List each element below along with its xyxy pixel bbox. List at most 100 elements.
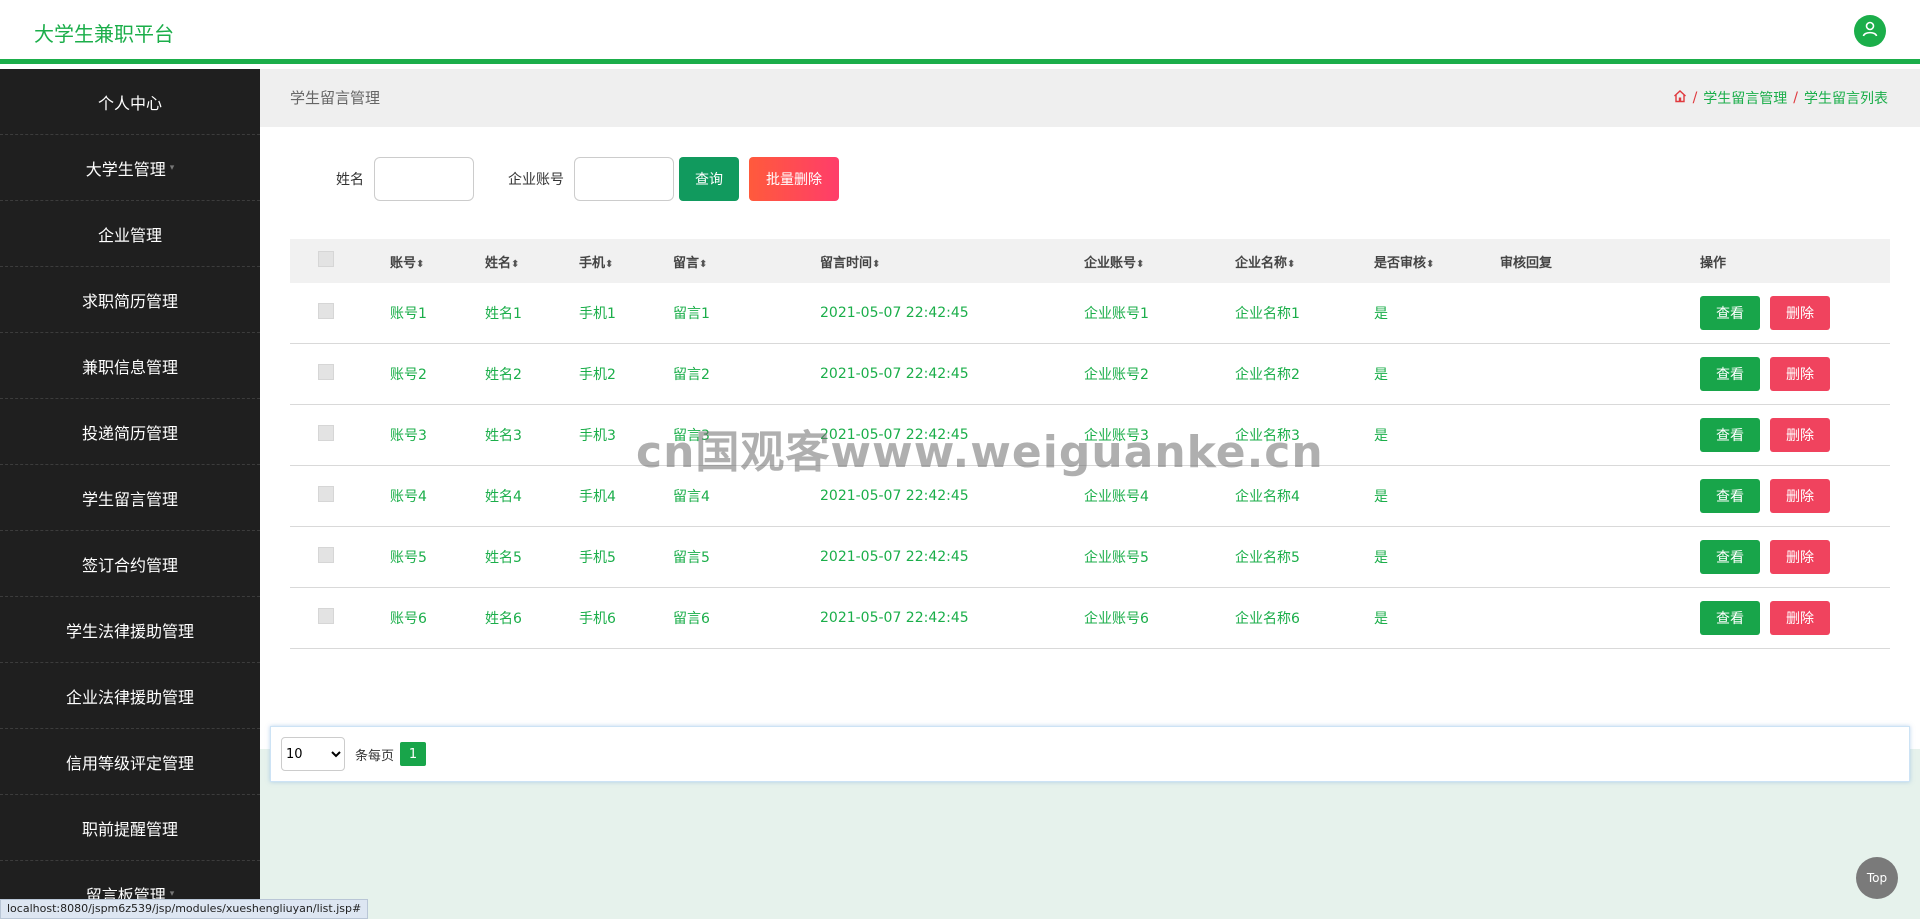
delete-button[interactable]: 删除 xyxy=(1770,479,1830,513)
main-area: 学生留言管理 / 学生留言管理 / 学生留言列表 姓名 企业账号 查询 批量删除 xyxy=(260,69,1920,919)
cell-account: 账号2 xyxy=(390,367,427,383)
delete-button[interactable]: 删除 xyxy=(1770,601,1830,635)
top-header: 大学生兼职平台 xyxy=(0,0,1920,64)
sidebar-item[interactable]: 学生法律援助管理 xyxy=(0,597,260,663)
table-row: 账号1 姓名1 手机1 留言1 2021-05-07 22:42:45 企业账号1 企业名称… xyxy=(290,283,1890,344)
header-phone[interactable]: 手机⬍ xyxy=(579,252,673,271)
sidebar-item[interactable]: 学生留言管理 xyxy=(0,465,260,531)
view-button[interactable]: 查看 xyxy=(1700,479,1760,513)
cell-reviewed: 是 xyxy=(1374,611,1388,627)
view-button[interactable]: 查看 xyxy=(1700,418,1760,452)
user-avatar[interactable] xyxy=(1854,15,1886,47)
cell-name: 姓名4 xyxy=(485,489,522,505)
sidebar-item-label: 求职简历管理 xyxy=(81,291,178,311)
cell-account: 账号1 xyxy=(390,306,427,322)
row-checkbox[interactable] xyxy=(318,486,334,502)
delete-button[interactable]: 删除 xyxy=(1770,418,1830,452)
sidebar-item[interactable]: 签订合约管理 xyxy=(0,531,260,597)
search-form: 姓名 企业账号 查询 批量删除 xyxy=(336,157,839,201)
header-name[interactable]: 姓名⬍ xyxy=(485,252,579,271)
cell-company-name: 企业名称2 xyxy=(1235,367,1300,383)
header-message[interactable]: 留言⬍ xyxy=(673,252,820,271)
row-checkbox[interactable] xyxy=(318,608,334,624)
brand-title[interactable]: 大学生兼职平台 xyxy=(34,18,174,47)
table-row: 账号3 姓名3 手机3 留言3 2021-05-07 22:42:45 企业账号3 企业名称… xyxy=(290,405,1890,466)
cell-time: 2021-05-07 22:42:45 xyxy=(820,427,969,443)
cell-phone: 手机4 xyxy=(579,489,616,505)
sidebar-item[interactable]: 职前提醒管理 xyxy=(0,795,260,861)
sidebar-item-label: 职前提醒管理 xyxy=(81,819,178,839)
cell-company-name: 企业名称3 xyxy=(1235,428,1300,444)
cell-phone: 手机2 xyxy=(579,367,616,383)
cell-phone: 手机6 xyxy=(579,611,616,627)
row-checkbox[interactable] xyxy=(318,303,334,319)
sort-icon[interactable]: ⬍ xyxy=(1426,259,1434,270)
cell-reviewed: 是 xyxy=(1374,489,1388,505)
header-account[interactable]: 账号⬍ xyxy=(390,252,485,271)
breadcrumb-item-module[interactable]: 学生留言管理 xyxy=(1703,88,1787,108)
sidebar-item-label: 学生法律援助管理 xyxy=(65,621,194,641)
header-company-account[interactable]: 企业账号⬍ xyxy=(1084,252,1235,271)
caret-down-icon: ▾ xyxy=(169,888,175,899)
row-checkbox[interactable] xyxy=(318,547,334,563)
cell-time: 2021-05-07 22:42:45 xyxy=(820,610,969,626)
delete-button[interactable]: 删除 xyxy=(1770,357,1830,391)
cell-time: 2021-05-07 22:42:45 xyxy=(820,549,969,565)
sidebar-item[interactable]: 投递简历管理 xyxy=(0,399,260,465)
cell-account: 账号4 xyxy=(390,489,427,505)
sidebar-menu: 个人中心 大学生管理 ▾ 企业管理 求职简历管理 兼职信息管理 投递简历管理 学生留言管理 签订… xyxy=(0,69,260,919)
sidebar-item[interactable]: 个人中心 xyxy=(0,69,260,135)
sidebar-item[interactable]: 大学生管理 ▾ xyxy=(0,135,260,201)
cell-name: 姓名5 xyxy=(485,550,522,566)
view-button[interactable]: 查看 xyxy=(1700,540,1760,574)
sidebar-item[interactable]: 求职简历管理 xyxy=(0,267,260,333)
cell-time: 2021-05-07 22:42:45 xyxy=(820,366,969,382)
sidebar-item[interactable]: 企业法律援助管理 xyxy=(0,663,260,729)
company-account-label: 企业账号 xyxy=(508,172,564,188)
page-size-select[interactable]: 10 xyxy=(281,737,345,771)
cell-company-account: 企业账号1 xyxy=(1084,306,1149,322)
sidebar-item[interactable]: 兼职信息管理 xyxy=(0,333,260,399)
cell-message: 留言6 xyxy=(673,611,710,627)
page-number-current[interactable]: 1 xyxy=(400,742,427,766)
cell-company-account: 企业账号6 xyxy=(1084,611,1149,627)
cell-message: 留言1 xyxy=(673,306,710,322)
sidebar-item-label: 信用等级评定管理 xyxy=(65,753,194,773)
header-time[interactable]: 留言时间⬍ xyxy=(820,252,1084,271)
breadcrumb-item-list[interactable]: 学生留言列表 xyxy=(1804,88,1888,108)
delete-button[interactable]: 删除 xyxy=(1770,540,1830,574)
sort-icon[interactable]: ⬍ xyxy=(1287,259,1295,270)
query-button[interactable]: 查询 xyxy=(679,157,739,201)
back-to-top-button[interactable]: Top xyxy=(1856,857,1898,899)
sidebar-item-label: 大学生管理 xyxy=(85,159,166,179)
view-button[interactable]: 查看 xyxy=(1700,296,1760,330)
batch-delete-button[interactable]: 批量删除 xyxy=(749,157,839,201)
sort-icon[interactable]: ⬍ xyxy=(605,259,613,270)
sidebar-item[interactable]: 企业管理 xyxy=(0,201,260,267)
name-input[interactable] xyxy=(374,157,474,201)
sort-icon[interactable]: ⬍ xyxy=(699,259,707,270)
home-icon[interactable] xyxy=(1673,89,1687,107)
sort-icon[interactable]: ⬍ xyxy=(872,259,880,270)
sidebar-item[interactable]: 信用等级评定管理 xyxy=(0,729,260,795)
status-url: localhost:8080/jspm6z539/jsp/modules/xue… xyxy=(0,899,369,919)
sort-icon[interactable]: ⬍ xyxy=(511,259,519,270)
cell-message: 留言3 xyxy=(673,428,710,444)
view-button[interactable]: 查看 xyxy=(1700,357,1760,391)
name-label: 姓名 xyxy=(336,172,364,188)
cell-account: 账号3 xyxy=(390,428,427,444)
row-checkbox[interactable] xyxy=(318,425,334,441)
sort-icon[interactable]: ⬍ xyxy=(416,259,424,270)
view-button[interactable]: 查看 xyxy=(1700,601,1760,635)
select-all-checkbox[interactable] xyxy=(318,251,334,267)
cell-company-account: 企业账号3 xyxy=(1084,428,1149,444)
cell-phone: 手机5 xyxy=(579,550,616,566)
header-reviewed[interactable]: 是否审核⬍ xyxy=(1374,252,1500,271)
cell-time: 2021-05-07 22:42:45 xyxy=(820,305,969,321)
row-checkbox[interactable] xyxy=(318,364,334,380)
delete-button[interactable]: 删除 xyxy=(1770,296,1830,330)
header-company-name[interactable]: 企业名称⬍ xyxy=(1235,252,1374,271)
company-account-input[interactable] xyxy=(574,157,674,201)
sidebar-item-label: 个人中心 xyxy=(97,93,162,113)
sort-icon[interactable]: ⬍ xyxy=(1136,259,1144,270)
